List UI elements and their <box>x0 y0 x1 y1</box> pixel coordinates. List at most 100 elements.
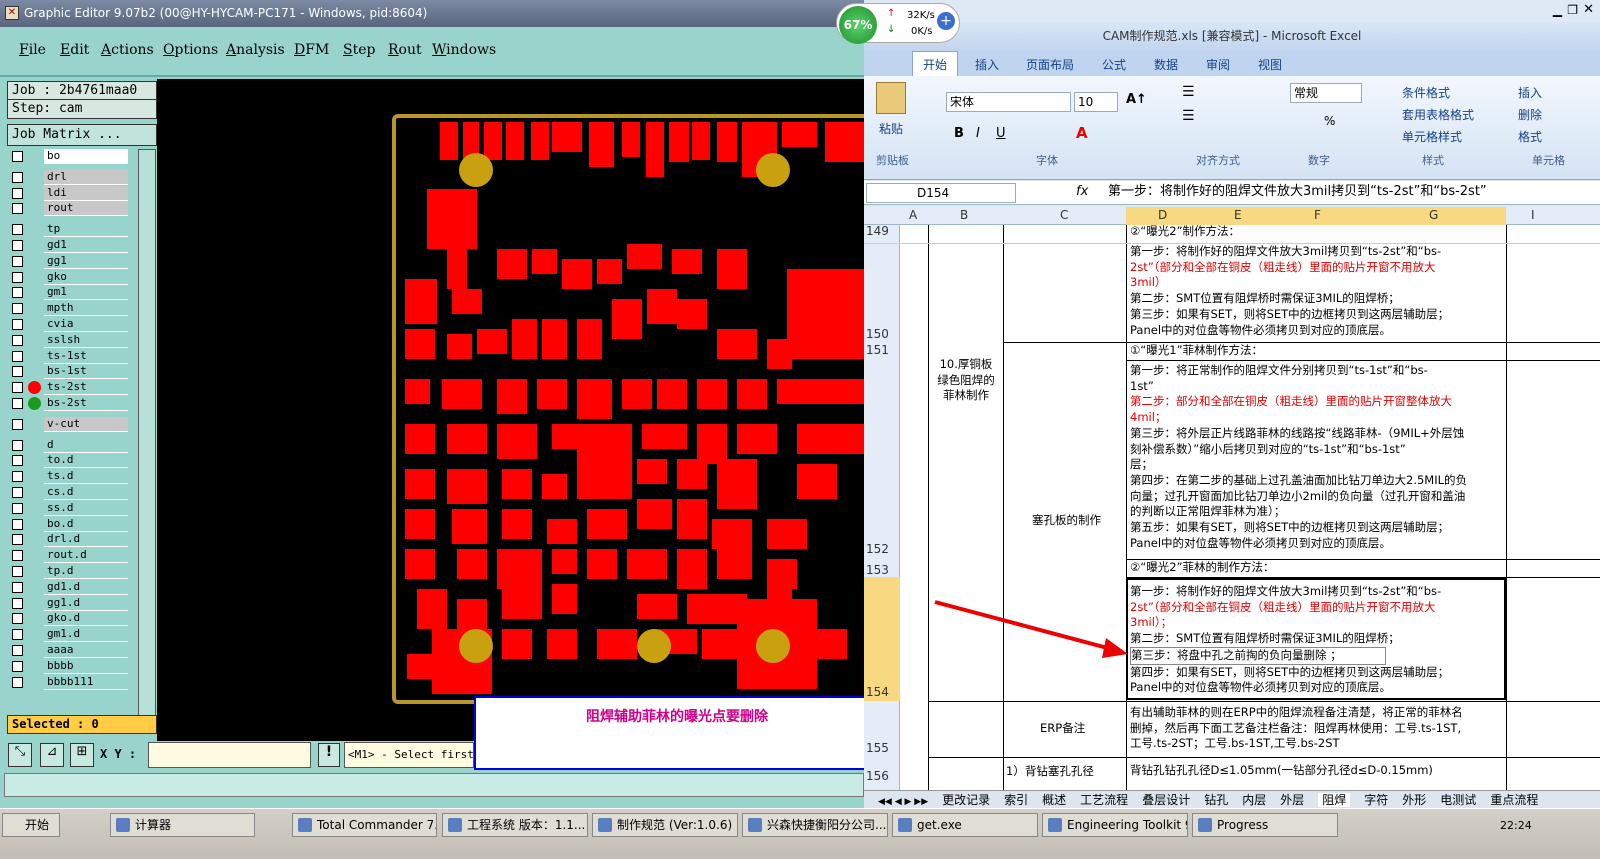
grow-font-icon[interactable]: A↑ <box>1126 92 1147 107</box>
minimize-icon[interactable]: ▁ <box>1553 3 1562 17</box>
layer-row[interactable]: d <box>8 437 132 453</box>
xy-input[interactable] <box>148 742 311 768</box>
row-number[interactable]: 149 <box>866 225 889 238</box>
layer-row[interactable]: mpth <box>8 301 132 317</box>
layer-row[interactable]: bs-2st <box>8 396 132 411</box>
row-number[interactable]: 154 <box>866 685 889 699</box>
menu-windows[interactable]: Windows <box>432 42 496 58</box>
layer-checkbox[interactable] <box>12 287 23 299</box>
layer-name[interactable]: ldi <box>44 185 128 201</box>
measure-icon[interactable]: ⊿ <box>40 743 64 767</box>
layer-name[interactable]: v-cut <box>44 416 128 432</box>
align-top-icon[interactable]: ☰ <box>1182 84 1195 100</box>
layer-name[interactable]: bs-1st <box>44 364 128 380</box>
layer-name[interactable]: tp.d <box>44 564 128 579</box>
layer-row[interactable]: sslsh <box>8 332 132 348</box>
layer-name[interactable]: sslsh <box>44 332 128 348</box>
layer-checkbox[interactable] <box>12 550 23 562</box>
layer-name[interactable]: aaaa <box>44 643 128 658</box>
insert-cells-button[interactable]: 插入 <box>1518 84 1542 101</box>
percent-icon[interactable]: % <box>1324 114 1335 128</box>
layer-row[interactable]: bs-1st <box>8 364 132 380</box>
layer-row[interactable]: ldi <box>8 185 132 201</box>
layer-name[interactable]: rout.d <box>44 548 128 564</box>
grid-icon[interactable]: ⊞ <box>70 743 94 767</box>
layer-name[interactable]: to.d <box>44 453 128 469</box>
taskbar-item[interactable]: 工程系统 版本：1.1... <box>442 813 588 837</box>
align-left-icon[interactable]: ☰ <box>1182 108 1195 124</box>
menu-step[interactable]: Step <box>343 42 375 58</box>
start-button[interactable]: 开始 <box>2 813 60 837</box>
layer-row[interactable]: ss.d <box>8 500 132 516</box>
layer-name[interactable]: gm1 <box>44 285 128 301</box>
fx-icon[interactable]: fx <box>1076 184 1088 199</box>
formula-input[interactable]: 第一步：将制作好的阻焊文件放大3mil拷贝到“ts-2st”和“bs-2st” <box>1104 183 1600 203</box>
sheet-tab[interactable]: 内层 <box>1242 793 1266 807</box>
sheet-nav-icon[interactable]: ◀◀ ◀ ▶ ▶▶ <box>878 797 928 807</box>
number-format-select[interactable]: 常规 <box>1290 83 1362 103</box>
restore-icon[interactable]: ❐ <box>1567 3 1578 17</box>
taskbar-item[interactable]: Total Commander 7.0 ... <box>292 813 437 837</box>
layer-name[interactable]: bo.d <box>44 516 128 532</box>
sheet-tab[interactable]: 外层 <box>1280 793 1304 807</box>
layer-name[interactable]: ss.d <box>44 500 128 516</box>
row-number[interactable]: 150 <box>866 327 889 341</box>
cell-style-button[interactable]: 单元格样式 <box>1402 128 1462 145</box>
layer-checkbox[interactable] <box>12 319 23 330</box>
menu-edit[interactable]: Edit <box>60 42 89 58</box>
layer-name[interactable]: ts-1st <box>44 348 128 364</box>
bold-icon[interactable]: B <box>954 126 964 141</box>
layer-row[interactable]: drl.d <box>8 532 132 548</box>
row-number[interactable]: 156 <box>866 769 889 783</box>
zoom-area-icon[interactable]: ⤡ <box>8 743 32 767</box>
layer-name[interactable]: bo <box>44 149 128 164</box>
layer-name[interactable]: gd1.d <box>44 579 128 595</box>
sheet-tab[interactable]: 外形 <box>1402 793 1426 807</box>
col-header[interactable]: B <box>960 208 968 222</box>
menu-dfm[interactable]: DFM <box>294 42 329 58</box>
layer-checkbox[interactable] <box>12 676 23 688</box>
tab-page-layout[interactable]: 页面布局 <box>1026 56 1074 73</box>
layer-row[interactable]: gg1.d <box>8 595 132 611</box>
layer-checkbox[interactable] <box>12 487 23 498</box>
table-format-button[interactable]: 套用表格格式 <box>1402 106 1474 123</box>
tab-formulas[interactable]: 公式 <box>1102 56 1126 73</box>
col-header[interactable]: D <box>1158 208 1167 222</box>
layer-checkbox[interactable] <box>12 418 23 430</box>
layer-name[interactable]: tp <box>44 222 128 238</box>
layer-row[interactable]: rout.d <box>8 548 132 564</box>
layer-checkbox[interactable] <box>12 534 23 546</box>
font-color-icon[interactable]: A <box>1076 124 1088 142</box>
layer-checkbox[interactable] <box>12 203 23 215</box>
tab-review[interactable]: 审阅 <box>1206 56 1230 73</box>
layer-row[interactable]: to.d <box>8 453 132 469</box>
row-number[interactable]: 155 <box>866 741 889 755</box>
layer-checkbox[interactable] <box>12 382 23 394</box>
paste-label[interactable]: 粘贴 <box>879 120 903 137</box>
layer-checkbox[interactable] <box>12 518 23 530</box>
pcb-canvas[interactable] <box>157 79 882 741</box>
row-number[interactable]: 153 <box>866 563 889 577</box>
layer-name[interactable]: drl <box>44 169 128 185</box>
layer-row[interactable]: ts-2st <box>8 380 132 396</box>
layer-row[interactable]: gg1 <box>8 253 132 269</box>
layer-checkbox[interactable] <box>12 597 23 609</box>
delete-cells-button[interactable]: 删除 <box>1518 106 1542 123</box>
taskbar-item[interactable]: get.exe <box>892 813 1038 837</box>
layer-row[interactable]: ts-1st <box>8 348 132 364</box>
layer-name[interactable]: d <box>44 437 128 453</box>
font-size-select[interactable]: 10 <box>1074 92 1118 112</box>
col-header[interactable]: F <box>1314 208 1321 222</box>
sheet-tab[interactable]: 钻孔 <box>1204 793 1228 807</box>
menu-file[interactable]: File <box>19 42 46 58</box>
layer-checkbox[interactable] <box>12 240 23 251</box>
layer-row[interactable]: tp <box>8 222 132 238</box>
layer-name[interactable]: gg1.d <box>44 595 128 611</box>
layer-checkbox[interactable] <box>12 303 23 315</box>
layer-checkbox[interactable] <box>12 629 23 641</box>
worksheet-grid[interactable]: 149 150 151 152 153 154 155 156 10.厚铜板 绿… <box>864 225 1600 790</box>
sheet-tab[interactable]: 概述 <box>1042 793 1066 807</box>
layer-name[interactable]: bbbb111 <box>44 674 128 690</box>
layer-row[interactable]: gm1.d <box>8 627 132 643</box>
layer-name[interactable]: drl.d <box>44 532 128 548</box>
